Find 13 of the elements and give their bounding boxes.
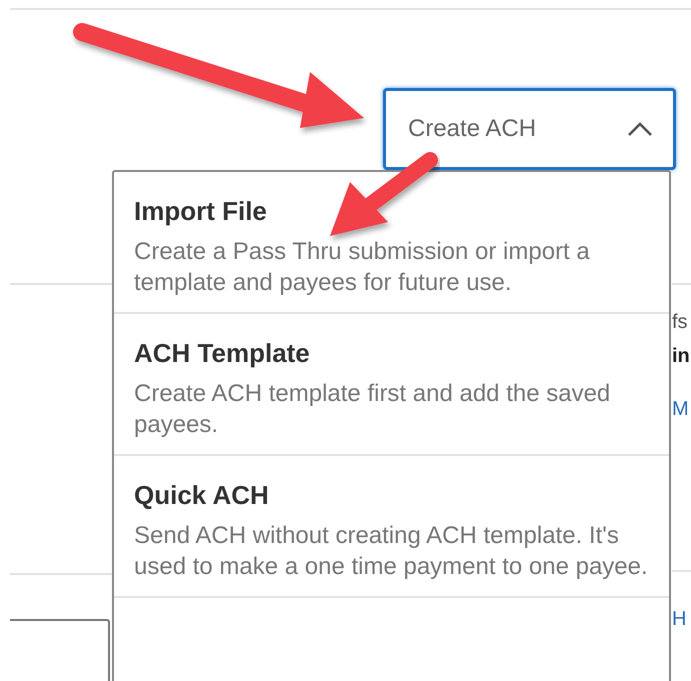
link-text[interactable]: M bbox=[672, 398, 689, 421]
link-text[interactable]: H bbox=[672, 608, 686, 631]
menu-item-title: Import File bbox=[134, 195, 268, 228]
menu-item-description: Create a Pass Thru submission or import a template and payees for future use. bbox=[134, 237, 591, 298]
menu-item[interactable]: ACH Template Create ACH template first and add the saved payees. bbox=[114, 314, 669, 456]
label-text: in bbox=[672, 345, 690, 368]
menu-item-title: Quick ACH bbox=[134, 479, 270, 512]
create-ach-dropdown[interactable]: Create ACH bbox=[383, 88, 676, 170]
menu-item-title: ACH Template bbox=[134, 337, 311, 370]
menu-item[interactable]: Quick ACH Send ACH without creating ACH template. It's used to make a one time payment to one payee. bbox=[114, 456, 669, 598]
menu-item-description: Create ACH template first and add the saved payees. bbox=[134, 379, 612, 440]
menu-item-description: Send ACH without creating ACH template. It's used to make a one time payment to one payee. bbox=[134, 521, 649, 582]
label-text: fs bbox=[672, 311, 688, 334]
